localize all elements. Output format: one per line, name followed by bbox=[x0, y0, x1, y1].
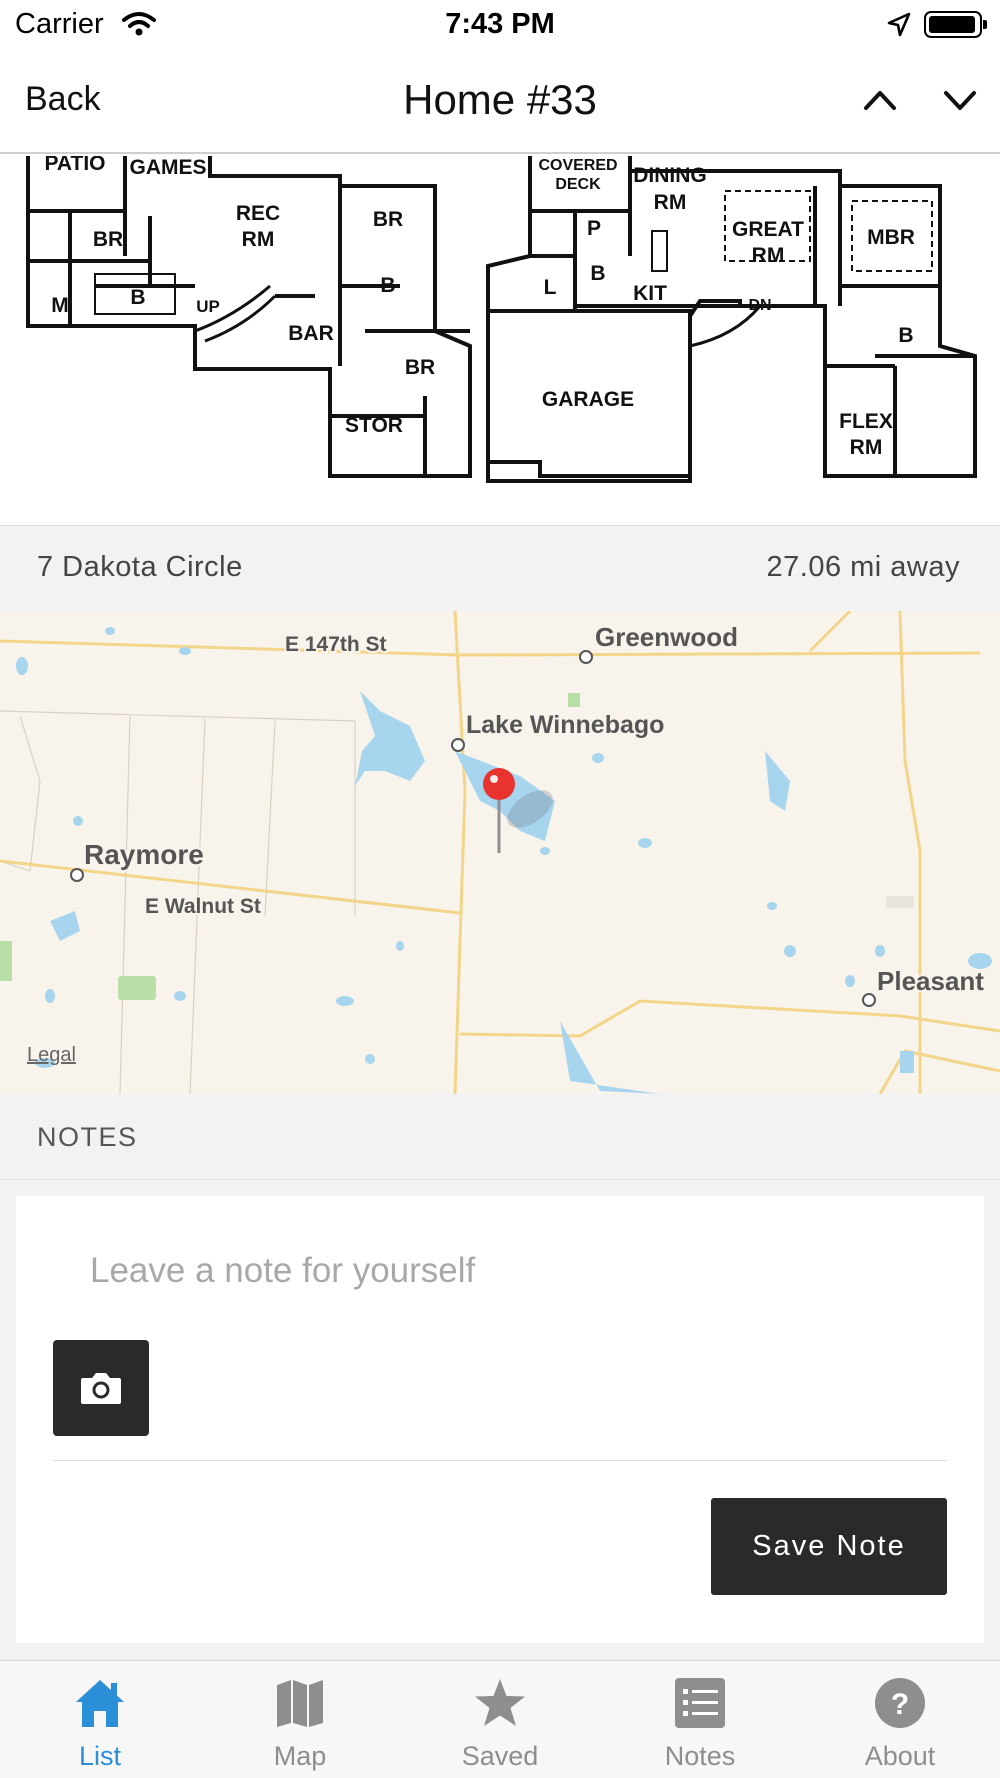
tab-label: List bbox=[78, 1741, 122, 1771]
floorplan-label: DINING bbox=[633, 164, 707, 187]
camera-icon bbox=[81, 1373, 121, 1404]
floorplan-label: B bbox=[898, 324, 913, 347]
tab-list[interactable]: List bbox=[0, 1661, 200, 1778]
tab-label: Saved bbox=[461, 1741, 539, 1771]
floorplan-label: BR bbox=[405, 356, 435, 379]
floorplan-label: COVERED bbox=[538, 157, 617, 174]
floor-plan-image: PATIO GAMES REC RM BR BR M B UP BAR B BR… bbox=[0, 156, 1000, 525]
tab-label: Map bbox=[273, 1741, 327, 1771]
map-label-city: Pleasant bbox=[877, 966, 984, 996]
floorplan-label: RM bbox=[752, 244, 785, 267]
home-icon bbox=[0, 1677, 200, 1729]
floorplan-label: P bbox=[587, 217, 601, 240]
notes-section-header: NOTES bbox=[0, 1094, 1000, 1180]
camera-button[interactable] bbox=[53, 1340, 149, 1436]
chevron-up-icon[interactable] bbox=[860, 80, 900, 125]
page-title: Home #33 bbox=[403, 76, 597, 123]
floorplan-label: B bbox=[380, 274, 395, 297]
floorplan-label: RM bbox=[850, 436, 883, 459]
floorplan-label: L bbox=[544, 276, 557, 299]
svg-text:?: ? bbox=[891, 1688, 909, 1721]
floorplan-label: GAMES bbox=[129, 156, 206, 179]
floorplan-label: RM bbox=[242, 228, 275, 251]
tab-map[interactable]: Map bbox=[200, 1661, 400, 1778]
notes-area: Save Note bbox=[0, 1180, 1000, 1660]
location-arrow-icon bbox=[886, 12, 912, 43]
chevron-down-icon[interactable] bbox=[940, 80, 980, 125]
tab-label: About bbox=[864, 1741, 936, 1771]
floorplan-label: MBR bbox=[867, 226, 915, 249]
floorplan-label: PATIO bbox=[44, 156, 105, 175]
floorplan-label: DECK bbox=[555, 176, 601, 193]
floorplan-label: BAR bbox=[288, 322, 334, 345]
tab-notes[interactable]: Notes bbox=[600, 1661, 800, 1778]
navigation-bar: Back Home #33 bbox=[0, 50, 1000, 154]
tab-saved[interactable]: Saved bbox=[400, 1661, 600, 1778]
map-label-street: E 147th St bbox=[285, 633, 387, 656]
listing-info-row: 7 Dakota Circle 27.06 mi away bbox=[0, 525, 1000, 611]
tab-bar: List Map Saved Notes ? About bbox=[0, 1660, 1000, 1778]
star-icon bbox=[400, 1677, 600, 1729]
floorplan-label: GARAGE bbox=[542, 388, 634, 411]
floorplan-label: GREAT bbox=[732, 218, 804, 241]
note-card: Save Note bbox=[16, 1196, 984, 1643]
floorplan-label: UP bbox=[196, 297, 220, 316]
floorplan-label: RM bbox=[654, 191, 687, 214]
listing-address: 7 Dakota Circle bbox=[37, 551, 243, 583]
listing-distance: 27.06 mi away bbox=[766, 551, 960, 583]
map-label-city: Raymore bbox=[84, 839, 204, 870]
floorplan-label: M bbox=[51, 294, 69, 317]
note-divider bbox=[53, 1460, 947, 1461]
notes-header-label: NOTES bbox=[37, 1122, 138, 1152]
tab-label: Notes bbox=[664, 1741, 736, 1771]
map-label-city: Greenwood bbox=[595, 622, 738, 652]
floorplan-label: B bbox=[130, 286, 145, 309]
status-time: 7:43 PM bbox=[445, 8, 555, 40]
floorplan-label: STOR bbox=[345, 414, 403, 437]
floorplan-label: KIT bbox=[633, 282, 667, 305]
floorplan-label: BR bbox=[93, 228, 123, 251]
note-input[interactable] bbox=[90, 1246, 890, 1296]
floorplan-label: BR bbox=[373, 208, 403, 231]
question-icon: ? bbox=[800, 1677, 1000, 1729]
floorplan-label: B bbox=[590, 262, 605, 285]
map-icon bbox=[200, 1677, 400, 1729]
map-legal-link[interactable]: Legal bbox=[27, 1044, 76, 1066]
map-label-street: E Walnut St bbox=[145, 895, 261, 918]
map-label-lake: Lake Winnebago bbox=[466, 711, 664, 739]
notes-list-icon bbox=[600, 1677, 800, 1729]
battery-icon bbox=[924, 11, 987, 38]
location-map[interactable]: E 147th St Greenwood Lake Winnebago Raym… bbox=[0, 611, 1000, 1094]
floorplan-label: FLEX bbox=[839, 410, 893, 433]
floorplan-label: DN bbox=[748, 297, 771, 314]
floorplan-label: REC bbox=[236, 202, 280, 225]
tab-about[interactable]: ? About bbox=[800, 1661, 1000, 1778]
save-note-button[interactable]: Save Note bbox=[711, 1498, 947, 1595]
status-bar: Carrier 7:43 PM bbox=[0, 0, 1000, 50]
